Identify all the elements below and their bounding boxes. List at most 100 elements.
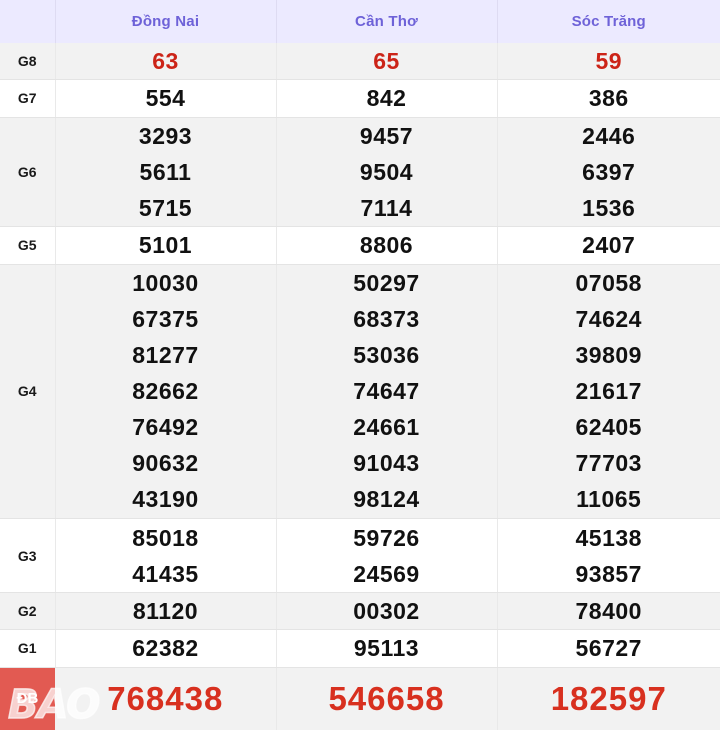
- prize-cell: 2407: [497, 226, 720, 265]
- prize-cell: 768438: [55, 667, 277, 730]
- table-row: G6 3293 5611 5715 9457 9504 7114 2446 6397 1536: [0, 117, 720, 228]
- prize-cell: 3293 5611 5715: [55, 117, 277, 228]
- lottery-number: 2446: [582, 122, 636, 149]
- lottery-number: 81277: [132, 342, 199, 369]
- lottery-number: 85018: [132, 524, 199, 551]
- prize-label-g5: G5: [0, 226, 56, 265]
- table-row: G7 554 842 386: [0, 79, 720, 118]
- number-stack: 95113: [277, 630, 497, 666]
- number-stack: 45138 93857: [498, 520, 720, 592]
- lottery-number: 62382: [132, 635, 199, 662]
- lottery-number: 91043: [353, 450, 420, 477]
- prize-label-đb: ĐB: [0, 667, 55, 730]
- number-stack: 554: [56, 80, 276, 116]
- prize-cell: 59726 24569: [276, 518, 498, 593]
- lottery-number: 50297: [353, 270, 420, 297]
- table-row: G3 85018 41435 59726 24569 45138 93857: [0, 518, 720, 593]
- number-stack: 85018 41435: [56, 520, 276, 592]
- number-stack: 9457 9504 7114: [277, 118, 497, 226]
- prize-cell: 10030 67375 81277 82662 76492 90632 43190: [55, 264, 277, 520]
- table-row: G8 63 65 59: [0, 43, 720, 81]
- lottery-number: 59726: [353, 524, 420, 551]
- lottery-number: 24661: [353, 414, 420, 441]
- lottery-number: 45138: [575, 524, 642, 551]
- lottery-number: 546658: [328, 679, 445, 717]
- prize-cell: 56727: [497, 629, 720, 668]
- number-stack: 07058 74624 39809 21617 62405 77703 11065: [498, 265, 720, 517]
- lottery-number: 65: [373, 48, 400, 75]
- number-stack: 50297 68373 53036 74647 24661 91043 98124: [277, 265, 497, 517]
- prize-label-g8: G8: [0, 43, 56, 81]
- lottery-number: 98124: [353, 486, 420, 513]
- lottery-number: 11065: [576, 486, 642, 513]
- prize-label-g2: G2: [0, 592, 56, 631]
- number-stack: 546658: [277, 679, 497, 719]
- lottery-number: 10030: [132, 270, 199, 297]
- number-stack: 182597: [498, 679, 720, 719]
- lottery-number: 07058: [575, 270, 642, 297]
- lottery-number: 7114: [360, 194, 413, 221]
- prize-label-g7: G7: [0, 79, 56, 118]
- lottery-number: 554: [145, 85, 186, 112]
- number-stack: 386: [498, 80, 720, 116]
- lottery-number: 00302: [353, 598, 420, 625]
- table-body: G8 63 65 59 G7 554 842 386 G6 3293 5611 5715 9457 950…: [0, 43, 720, 730]
- prize-cell: 2446 6397 1536: [497, 117, 720, 228]
- prize-cell: 842: [276, 79, 498, 118]
- number-stack: 65: [277, 43, 497, 79]
- number-stack: 81120: [56, 593, 276, 629]
- lottery-number: 21617: [575, 378, 642, 405]
- lottery-number: 182597: [550, 679, 667, 717]
- lottery-results-table: Đồng Nai Cần Thơ Sóc Trăng G8 63 65 59 G7 554…: [0, 0, 720, 730]
- number-stack: 10030 67375 81277 82662 76492 90632 43190: [56, 265, 276, 517]
- lottery-number: 74624: [575, 306, 642, 333]
- lottery-number: 1536: [582, 194, 636, 221]
- prize-cell: 95113: [276, 629, 498, 668]
- number-stack: 59726 24569: [277, 520, 497, 592]
- lottery-number: 9457: [359, 122, 414, 149]
- lottery-number: 81120: [132, 598, 199, 625]
- lottery-number: 82662: [132, 378, 199, 405]
- prize-label-g6: G6: [0, 117, 56, 228]
- number-stack: 78400: [498, 593, 720, 629]
- prize-cell: 59: [497, 43, 720, 81]
- header-row: Đồng Nai Cần Thơ Sóc Trăng: [0, 0, 720, 43]
- number-stack: 3293 5611 5715: [56, 118, 276, 226]
- lottery-number: 41435: [132, 560, 199, 587]
- lottery-number: 74647: [353, 378, 420, 405]
- table-row: ĐB 768438 546658 182597: [0, 667, 720, 730]
- lottery-number: 9504: [359, 158, 414, 185]
- number-stack: 5101: [56, 227, 276, 263]
- lottery-number: 78400: [575, 598, 642, 625]
- table-row: G5 5101 8806 2407: [0, 226, 720, 265]
- lottery-number: 76492: [132, 414, 199, 441]
- lottery-number: 842: [366, 85, 407, 112]
- corner-header-cell: [0, 0, 56, 43]
- prize-label-g1: G1: [0, 629, 56, 668]
- number-stack: 768438: [55, 679, 276, 719]
- lottery-number: 56727: [575, 635, 642, 662]
- number-stack: 59: [498, 43, 720, 79]
- lottery-number: 24569: [353, 560, 420, 587]
- lottery-number: 59: [595, 48, 623, 75]
- lottery-number: 93857: [575, 560, 642, 587]
- number-stack: 2407: [498, 227, 720, 263]
- lottery-number: 39809: [575, 342, 642, 369]
- prize-label-g4: G4: [0, 264, 56, 520]
- prize-cell: 386: [497, 79, 720, 118]
- prize-cell: 81120: [55, 592, 277, 631]
- prize-label-g3: G3: [0, 518, 56, 593]
- lottery-number: 63: [152, 48, 179, 75]
- table-row: G2 81120 00302 78400: [0, 592, 720, 631]
- lottery-number: 53036: [353, 342, 420, 369]
- number-stack: 842: [277, 80, 497, 116]
- prize-cell: 62382: [55, 629, 277, 668]
- lottery-number: 43190: [132, 486, 199, 513]
- prize-cell: 63: [55, 43, 277, 81]
- lottery-number: 67375: [132, 306, 199, 333]
- prize-cell: 8806: [276, 226, 498, 265]
- column-header-province-1: Đồng Nai: [55, 0, 277, 43]
- lottery-number: 2407: [582, 232, 636, 259]
- number-stack: 00302: [277, 593, 497, 629]
- prize-cell: 182597: [497, 667, 720, 730]
